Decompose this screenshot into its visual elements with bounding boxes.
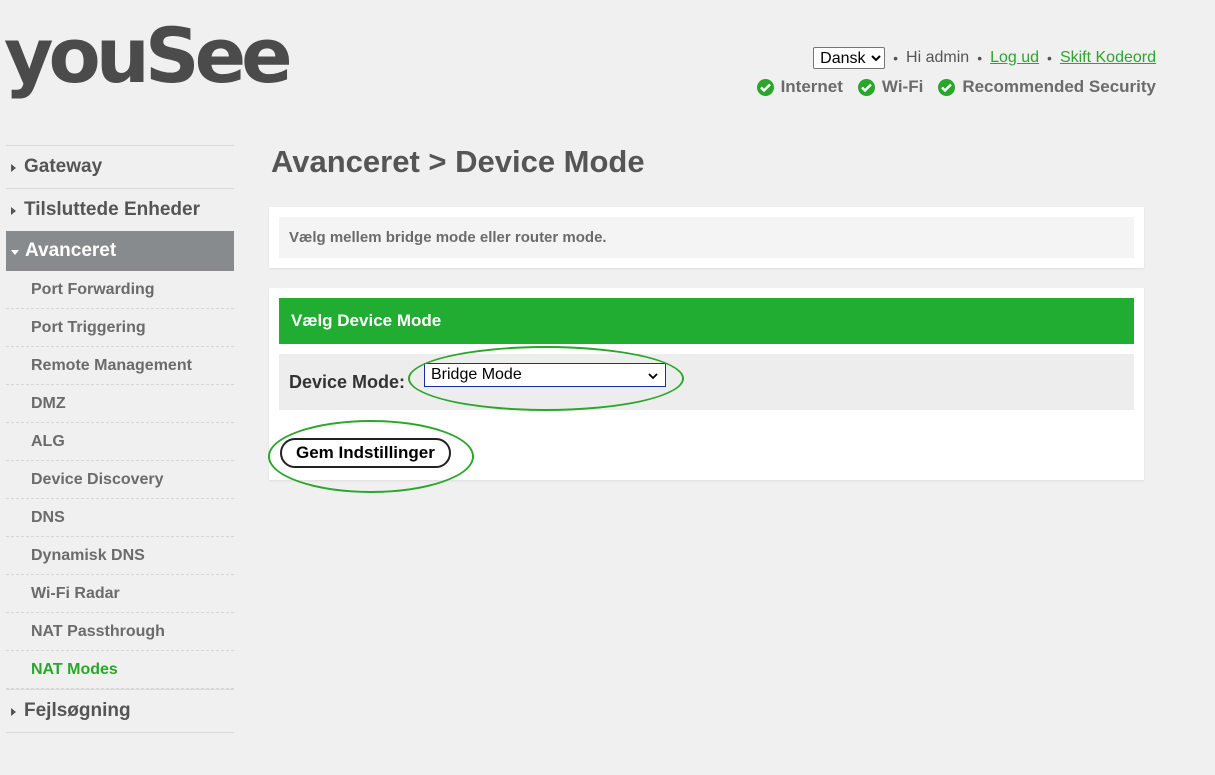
separator: • xyxy=(1047,50,1052,66)
check-circle-icon xyxy=(857,78,875,96)
sidebar-item-gateway[interactable]: Gateway xyxy=(6,145,234,188)
logout-link[interactable]: Log ud xyxy=(990,49,1039,67)
sidebar-sub-port-triggering[interactable]: Port Triggering xyxy=(6,309,234,347)
device-mode-row: Device Mode: Bridge Mode xyxy=(279,354,1134,410)
sidebar-sub-alg[interactable]: ALG xyxy=(6,423,234,461)
sidebar-nav: Gateway Tilsluttede Enheder Avanceret Po… xyxy=(6,145,234,733)
section-header: Vælg Device Mode xyxy=(279,298,1134,344)
triangle-right-icon xyxy=(11,207,16,215)
save-settings-button[interactable]: Gem Indstillinger xyxy=(280,438,451,468)
user-bar: Dansk • Hi admin • Log ud • Skift Kodeor… xyxy=(813,47,1156,69)
status-label: Wi-Fi xyxy=(881,77,924,96)
triangle-down-icon xyxy=(11,249,19,255)
separator: • xyxy=(977,50,983,66)
sidebar-sub-nat-passthrough[interactable]: NAT Passthrough xyxy=(6,613,234,651)
sidebar-sub-dmz[interactable]: DMZ xyxy=(6,385,234,423)
sidebar-item-troubleshooting[interactable]: Fejlsøgning xyxy=(6,689,234,733)
status-internet: Internet xyxy=(756,77,843,97)
language-select[interactable]: Dansk xyxy=(813,47,886,69)
yousee-logo: youSee xyxy=(4,11,293,100)
sidebar-item-connected-devices[interactable]: Tilsluttede Enheder xyxy=(6,188,234,231)
sidebar-item-label: Tilsluttede Enheder xyxy=(24,199,200,220)
sidebar-sub-dynamic-dns[interactable]: Dynamisk DNS xyxy=(6,537,234,575)
chevron-down-icon xyxy=(647,369,659,387)
sidebar-sub-remote-management[interactable]: Remote Management xyxy=(6,347,234,385)
sidebar-sub-device-discovery[interactable]: Device Discovery xyxy=(6,461,234,499)
sidebar-sub-nat-modes[interactable]: NAT Modes xyxy=(6,651,234,689)
separator: • xyxy=(893,50,899,66)
triangle-right-icon xyxy=(11,164,16,172)
status-wifi: Wi-Fi xyxy=(857,77,924,97)
check-circle-icon xyxy=(756,78,774,96)
status-bar: Internet Wi-Fi Recommended Security xyxy=(742,77,1156,97)
description-card: Vælg mellem bridge mode eller router mod… xyxy=(269,207,1144,268)
device-mode-select[interactable]: Bridge Mode xyxy=(424,363,666,387)
status-security: Recommended Security xyxy=(938,77,1156,97)
change-password-link[interactable]: Skift Kodeord xyxy=(1060,49,1156,67)
sidebar-sub-dns[interactable]: DNS xyxy=(6,499,234,537)
sidebar-item-label: Fejlsøgning xyxy=(24,700,131,721)
status-label: Recommended Security xyxy=(962,77,1156,96)
sidebar-item-advanced[interactable]: Avanceret xyxy=(6,231,234,271)
sidebar-sub-wifi-radar[interactable]: Wi-Fi Radar xyxy=(6,575,234,613)
status-label: Internet xyxy=(780,77,843,96)
description-text: Vælg mellem bridge mode eller router mod… xyxy=(279,217,1134,258)
page-title: Avanceret > Device Mode xyxy=(271,144,645,179)
device-mode-value: Bridge Mode xyxy=(431,366,522,383)
sidebar-item-label: Gateway xyxy=(24,156,103,177)
sidebar-item-label: Avanceret xyxy=(25,240,117,261)
device-mode-label: Device Mode: xyxy=(289,372,406,392)
greeting-text: Hi admin xyxy=(906,49,970,66)
triangle-right-icon xyxy=(11,708,16,716)
check-circle-icon xyxy=(938,78,956,96)
device-mode-card: Vælg Device Mode Device Mode: Bridge Mod… xyxy=(269,288,1144,480)
sidebar-sub-port-forwarding[interactable]: Port Forwarding xyxy=(6,271,234,309)
